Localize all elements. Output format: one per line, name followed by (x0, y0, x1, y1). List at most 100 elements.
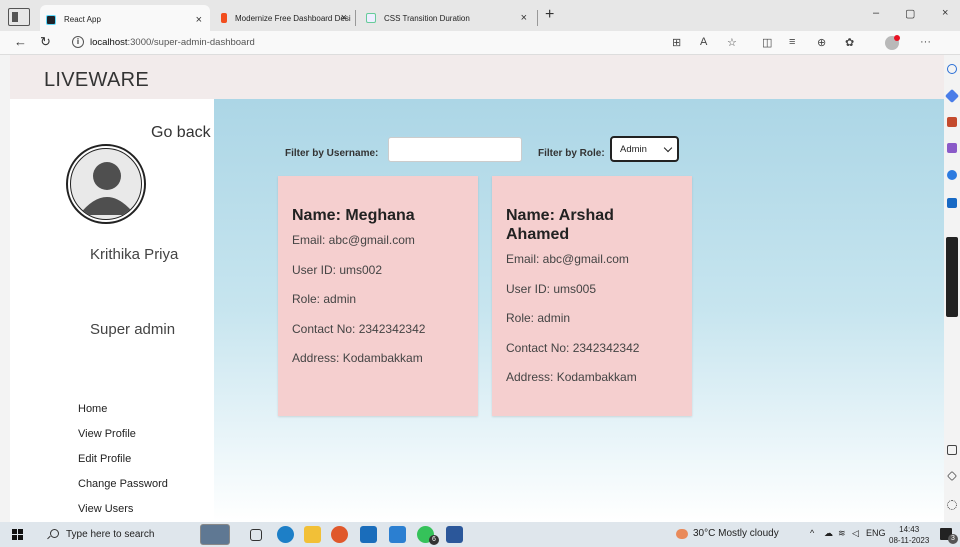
microsoft-365-icon[interactable] (947, 170, 957, 180)
tab-close-icon[interactable]: × (341, 12, 347, 24)
site-info-icon[interactable]: i (72, 36, 84, 48)
collections-icon[interactable]: ⊕ (817, 36, 826, 49)
split-screen-icon[interactable]: ◫ (762, 36, 772, 49)
search-icon[interactable] (947, 64, 957, 74)
go-back-link[interactable]: Go back (151, 124, 211, 142)
taskbar-search-placeholder: Type here to search (66, 529, 155, 540)
window-close-button[interactable]: × (942, 7, 948, 19)
clock-date: 08-11-2023 (889, 536, 930, 545)
windows-taskbar: Type here to search 6 30°C Mostly cloudy… (0, 522, 960, 547)
discover-icon[interactable] (944, 88, 960, 104)
refresh-icon[interactable]: ↻ (40, 34, 51, 50)
task-view-icon[interactable] (250, 529, 262, 541)
search-highlight-icon[interactable] (200, 524, 230, 545)
url-field[interactable]: localhost:3000/super-admin-dashboard (90, 37, 255, 48)
edge-sidebar (944, 55, 960, 522)
react-favicon-icon (46, 14, 56, 25)
games-icon[interactable] (947, 143, 957, 153)
filter-username-input[interactable] (388, 137, 522, 162)
whatsapp-badge: 6 (429, 535, 439, 545)
figma-favicon-icon (221, 13, 227, 23)
user-name: Krithika Priya (90, 246, 179, 263)
user-card-role: Role: admin (506, 311, 571, 325)
user-card-email: Email: abc@gmail.com (506, 252, 629, 266)
tab-close-icon[interactable]: × (196, 14, 202, 26)
app-header: LIVEWARE (10, 55, 944, 99)
tab-close-icon[interactable]: × (521, 12, 527, 24)
address-bar: ← ↻ i localhost:3000/super-admin-dashboa… (0, 31, 960, 55)
weather-widget[interactable]: 30°C Mostly cloudy (676, 528, 779, 539)
outlook-icon[interactable] (947, 198, 957, 208)
tab-actions-icon[interactable] (8, 8, 30, 26)
file-explorer-icon[interactable] (304, 526, 321, 543)
sidebar-nav: Home View Profile Edit Profile Change Pa… (78, 402, 168, 522)
tab-modernize[interactable]: Modernize Free Dashboard Desi × (215, 6, 355, 30)
page-favicon-icon (366, 13, 376, 23)
user-card-name: Name: Arshad Ahamed (506, 207, 614, 243)
web-page: LIVEWARE Go back Krithika Priya Super ad… (10, 55, 944, 522)
sidebar-item-edit-profile[interactable]: Edit Profile (78, 452, 168, 477)
new-tab-button[interactable]: + (545, 6, 554, 24)
more-icon[interactable]: ··· (920, 36, 931, 48)
taskbar-search[interactable]: Type here to search (36, 522, 194, 547)
sidebar-item-home[interactable]: Home (78, 402, 168, 427)
url-path: :3000/super-admin-dashboard (127, 37, 255, 48)
cloud-sun-icon (676, 528, 688, 539)
language-indicator[interactable]: ENG (866, 528, 886, 538)
main-content: Filter by Username: Filter by Role: Admi… (214, 99, 944, 522)
restore-button[interactable]: ▢ (905, 7, 915, 20)
extensions-icon[interactable]: ✿ (845, 36, 854, 49)
apps-icon[interactable]: ⊞ (672, 36, 681, 49)
wifi-icon[interactable]: ≋ (838, 528, 846, 539)
tab-title: React App (64, 15, 101, 24)
tab-title: CSS Transition Duration (384, 13, 470, 23)
volume-icon[interactable]: ◁ (852, 528, 859, 539)
weather-text: 30°C Mostly cloudy (693, 528, 779, 539)
user-card-id: User ID: ums002 (292, 262, 383, 277)
windows-start-icon[interactable] (12, 529, 23, 540)
filter-username-label: Filter by Username: (285, 148, 379, 159)
tab-react-app[interactable]: React App × (40, 5, 210, 34)
favorite-icon[interactable]: ☆ (727, 36, 737, 49)
sidebar-item-change-password[interactable]: Change Password (78, 477, 168, 502)
tray-chevron-icon[interactable]: ^ (810, 528, 814, 538)
sidebar-item-view-users[interactable]: View Users (78, 502, 168, 522)
filter-role-select[interactable]: Admin (610, 136, 679, 162)
tab-divider (537, 10, 538, 26)
tab-css-transition[interactable]: CSS Transition Duration × (360, 6, 535, 30)
edge-browser-icon[interactable] (277, 526, 294, 543)
user-card-contact: Contact No: 2342342342 (506, 340, 640, 355)
profile-icon[interactable] (885, 35, 900, 50)
tools-icon[interactable] (947, 117, 957, 127)
taskbar-clock[interactable]: 14:43 08-11-2023 (889, 524, 929, 546)
user-role: Super admin (90, 321, 176, 338)
settings-gear-icon[interactable] (947, 500, 957, 510)
read-aloud-icon[interactable]: A (700, 36, 707, 48)
user-card[interactable]: Name: Meghana Email: abc@gmail.com User … (278, 176, 478, 416)
clock-time: 14:43 (899, 525, 920, 534)
user-card-address: Address: Kodambakkam (506, 370, 637, 384)
notification-count: 3 (948, 534, 958, 544)
sidebar: Go back Krithika Priya Super admin Home … (10, 99, 214, 522)
filter-role-label: Filter by Role: (538, 148, 605, 159)
browser-tab-strip: React App × Modernize Free Dashboard Des… (0, 0, 960, 34)
open-external-icon[interactable] (947, 471, 957, 481)
onedrive-icon[interactable]: ☁ (824, 528, 833, 539)
user-card-email: Email: abc@gmail.com (292, 233, 415, 247)
avatar (66, 144, 146, 224)
tab-divider (355, 10, 356, 26)
vscode-icon[interactable] (389, 526, 406, 543)
mail-icon[interactable] (360, 526, 377, 543)
favorites-icon[interactable]: ≡ (789, 36, 795, 48)
user-card-address: Address: Kodambakkam (292, 351, 423, 365)
user-card[interactable]: Name: Arshad Ahamed Email: abc@gmail.com… (492, 176, 692, 416)
word-icon[interactable] (446, 526, 463, 543)
split-icon[interactable] (947, 445, 957, 455)
chrome-icon[interactable] (331, 526, 348, 543)
back-arrow-icon[interactable]: ← (14, 34, 27, 49)
minimize-button[interactable]: – (873, 7, 879, 19)
tab-title: Modernize Free Dashboard Desi (235, 13, 351, 23)
app-logo[interactable]: LIVEWARE (44, 69, 149, 92)
sidebar-item-view-profile[interactable]: View Profile (78, 427, 168, 452)
extension-panel[interactable] (946, 237, 958, 317)
